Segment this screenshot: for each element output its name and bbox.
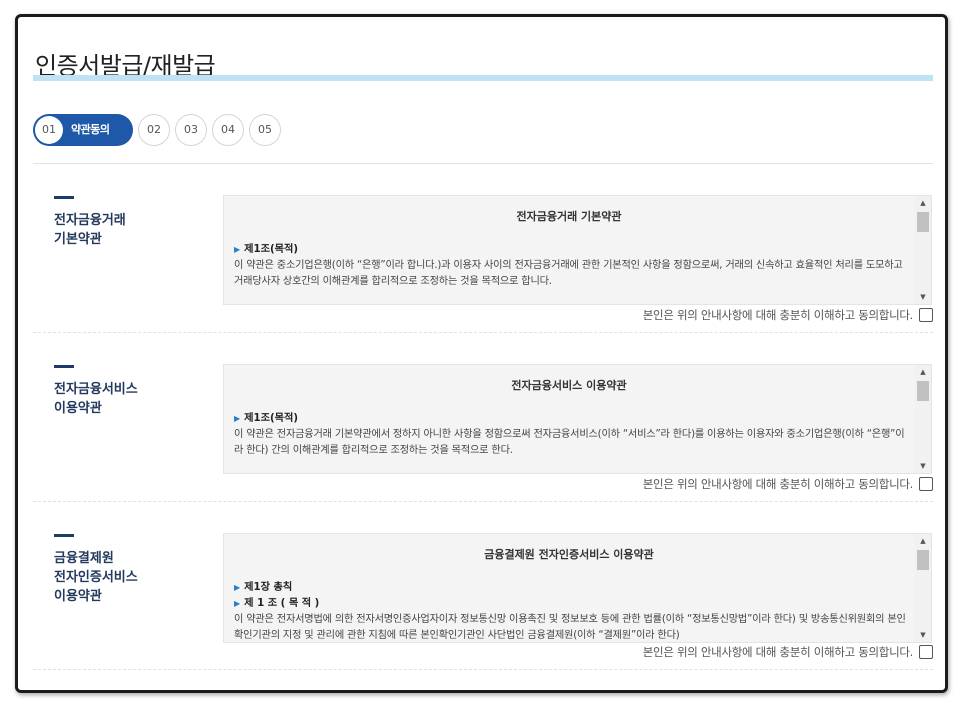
scroll-up-arrow-icon[interactable]: ▲ (915, 365, 931, 379)
section-divider (33, 669, 933, 670)
scroll-thumb[interactable] (917, 381, 929, 401)
window-frame: 인증서발급/재발급 01 약관동의 02 03 04 05 전자금융거래 기본약… (15, 14, 948, 693)
agree-text: 본인은 위의 안내사항에 대해 충분히 이해하고 동의합니다. (642, 308, 914, 322)
article-text: 이 약관은 중소기업은행(이하 “은행”이라 합니다.)과 이용자 사이의 전자… (234, 260, 903, 287)
section-label-line: 이용약관 (54, 589, 102, 604)
step-label: 약관동의 (71, 123, 110, 136)
article-heading: ▶ 제 1 조 ( 목 적 ) (234, 598, 320, 609)
terms-text-box[interactable]: 전자금융서비스 이용약관 ▶ 제1조(목적) 이 약관은 전자금융거래 기본약관에… (223, 364, 932, 474)
section-divider (33, 501, 933, 502)
section-label-line: 이용약관 (54, 401, 102, 416)
step-05: 05 (249, 114, 281, 146)
agree-checkbox[interactable] (919, 308, 933, 322)
scrollbar[interactable]: ▲ ▼ (915, 196, 931, 304)
step-01-active: 01 약관동의 (33, 114, 133, 146)
section-marker (54, 534, 74, 537)
article-heading: ▶ 제1조(목적) (234, 244, 299, 255)
terms-body: ▶ 제1조(목적) 이 약관은 전자금융거래 기본약관에서 정하지 아니한 사항을… (234, 411, 906, 459)
terms-body: ▶ 제1조(목적) 이 약관은 중소기업은행(이하 “은행”이라 합니다.)과 이… (234, 242, 906, 290)
triangle-bullet-icon: ▶ (234, 414, 241, 423)
agree-checkbox[interactable] (919, 477, 933, 491)
terms-title: 금융결제원 전자인증서비스 이용약관 (484, 548, 654, 561)
step-03: 03 (175, 114, 207, 146)
scroll-down-arrow-icon[interactable]: ▼ (915, 628, 931, 642)
scroll-thumb[interactable] (917, 212, 929, 232)
step-number: 01 (35, 116, 63, 144)
section-label-line: 전자인증서비스 (54, 570, 138, 585)
article-text: 이 약관은 전자금융거래 기본약관에서 정하지 아니한 사항을 정함으로써 전자… (234, 429, 905, 456)
article-heading: ▶ 제1조(목적) (234, 413, 299, 424)
agree-text: 본인은 위의 안내사항에 대해 충분히 이해하고 동의합니다. (642, 645, 914, 659)
section-label-line: 금융결제원 (54, 551, 114, 566)
section-label: 금융결제원 전자인증서비스 이용약관 (54, 549, 214, 606)
scroll-down-arrow-icon[interactable]: ▼ (915, 290, 931, 304)
triangle-bullet-icon: ▶ (234, 583, 241, 592)
triangle-bullet-icon: ▶ (234, 599, 241, 608)
scrollbar[interactable]: ▲ ▼ (915, 534, 931, 642)
terms-text-box[interactable]: 전자금융거래 기본약관 ▶ 제1조(목적) 이 약관은 중소기업은행(이하 “은행… (223, 195, 932, 305)
chapter-heading: ▶ 제1장 총칙 (234, 582, 293, 593)
agree-checkbox[interactable] (919, 645, 933, 659)
terms-section-electronic-finance-service: 전자금융서비스 이용약관 전자금융서비스 이용약관 ▶ 제1조(목적) 이 약관은… (33, 346, 933, 516)
section-label: 전자금융거래 기본약관 (54, 211, 214, 249)
scroll-up-arrow-icon[interactable]: ▲ (915, 196, 931, 210)
section-marker (54, 365, 74, 368)
agree-row: 본인은 위의 안내사항에 대해 충분히 이해하고 동의합니다. (643, 476, 933, 492)
agree-row: 본인은 위의 안내사항에 대해 충분히 이해하고 동의합니다. (643, 307, 933, 323)
agree-text: 본인은 위의 안내사항에 대해 충분히 이해하고 동의합니다. (642, 477, 914, 491)
section-label-line: 기본약관 (54, 232, 102, 247)
divider (33, 163, 933, 164)
article-text: 이 약관은 전자서명법에 의한 전자서명인증사업자이자 정보통신망 이용촉진 및… (234, 614, 906, 641)
scroll-down-arrow-icon[interactable]: ▼ (915, 459, 931, 473)
section-label-line: 전자금융서비스 (54, 382, 138, 397)
step-04: 04 (212, 114, 244, 146)
terms-section-electronic-finance-basic: 전자금융거래 기본약관 전자금융거래 기본약관 ▶ 제1조(목적) 이 약관은 중… (33, 177, 933, 347)
section-label-line: 전자금융거래 (54, 213, 126, 228)
section-divider (33, 332, 933, 333)
agree-row: 본인은 위의 안내사항에 대해 충분히 이해하고 동의합니다. (643, 644, 933, 660)
scroll-thumb[interactable] (917, 550, 929, 570)
scrollbar[interactable]: ▲ ▼ (915, 365, 931, 473)
terms-title: 전자금융서비스 이용약관 (511, 379, 627, 392)
section-label: 전자금융서비스 이용약관 (54, 380, 214, 418)
title-underline-bar (33, 75, 933, 81)
terms-body: ▶ 제1장 총칙 ▶ 제 1 조 ( 목 적 ) 이 약관은 전자서명법에 의한 전… (234, 580, 906, 642)
terms-title: 전자금융거래 기본약관 (516, 210, 622, 223)
terms-text-box[interactable]: 금융결제원 전자인증서비스 이용약관 ▶ 제1장 총칙 ▶ 제 1 조 ( 목 적 … (223, 533, 932, 643)
triangle-bullet-icon: ▶ (234, 245, 241, 254)
section-marker (54, 196, 74, 199)
step-02: 02 (138, 114, 170, 146)
scroll-up-arrow-icon[interactable]: ▲ (915, 534, 931, 548)
terms-section-kftc-certificate: 금융결제원 전자인증서비스 이용약관 금융결제원 전자인증서비스 이용약관 ▶ 제… (33, 515, 933, 690)
